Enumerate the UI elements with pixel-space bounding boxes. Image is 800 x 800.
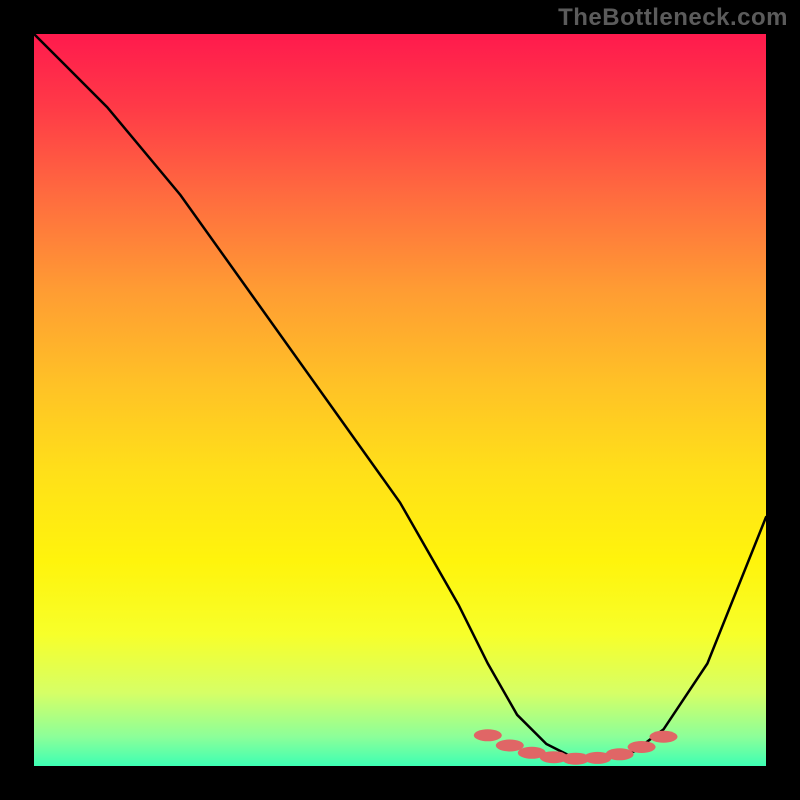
highlighted-range-markers [474, 729, 678, 764]
marker-dot [496, 740, 524, 752]
marker-dot [474, 729, 502, 741]
chart-canvas: TheBottleneck.com [0, 0, 800, 800]
bottleneck-curve [34, 34, 766, 759]
marker-dot [628, 741, 656, 753]
watermark-text: TheBottleneck.com [558, 4, 788, 32]
plot-area [34, 34, 766, 766]
curve-svg [34, 34, 766, 766]
marker-dot [606, 748, 634, 760]
marker-dot [650, 731, 678, 743]
